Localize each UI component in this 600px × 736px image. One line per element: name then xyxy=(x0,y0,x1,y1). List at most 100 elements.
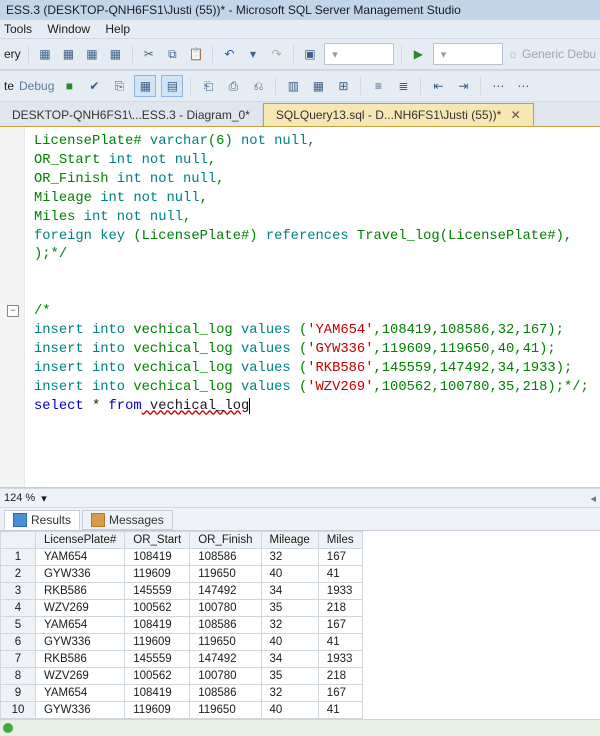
debug-label[interactable]: Debug xyxy=(19,79,54,93)
cell[interactable]: 147492 xyxy=(190,583,261,600)
table-row[interactable]: 1YAM65410841910858632167 xyxy=(1,549,363,566)
cell[interactable]: GYW336 xyxy=(36,702,125,719)
cell[interactable]: 100562 xyxy=(125,600,190,617)
cell[interactable]: 147492 xyxy=(190,651,261,668)
cell[interactable]: 40 xyxy=(261,566,318,583)
misc1-icon[interactable]: ⋯ xyxy=(488,76,508,96)
row-number[interactable]: 10 xyxy=(1,702,36,719)
undo-icon[interactable]: ↶ xyxy=(220,44,239,64)
row-number[interactable]: 6 xyxy=(1,634,36,651)
cell[interactable]: 100780 xyxy=(190,600,261,617)
tab-diagram[interactable]: DESKTOP-QNH6FS1\...ESS.3 - Diagram_0* xyxy=(0,104,263,126)
row-number[interactable]: 5 xyxy=(1,617,36,634)
row-number[interactable]: 8 xyxy=(1,668,36,685)
cell[interactable]: 108419 xyxy=(125,617,190,634)
text-results-icon[interactable]: ▤ xyxy=(161,75,183,97)
table-row[interactable]: 5YAM65410841910858632167 xyxy=(1,617,363,634)
tab-messages[interactable]: Messages xyxy=(82,510,173,530)
cell[interactable]: WZV269 xyxy=(36,668,125,685)
cell[interactable]: YAM654 xyxy=(36,617,125,634)
misc2-icon[interactable]: ⋯ xyxy=(513,76,533,96)
toolbar-dropdown-1[interactable]: ▾ xyxy=(324,43,394,65)
copy-icon[interactable]: ⧉ xyxy=(163,44,182,64)
column-header[interactable]: OR_Start xyxy=(125,532,190,549)
cell[interactable]: 41 xyxy=(318,566,362,583)
undo-dropdown-icon[interactable]: ▾ xyxy=(244,44,263,64)
optC-icon[interactable]: ⊞ xyxy=(333,76,353,96)
row-number[interactable]: 4 xyxy=(1,600,36,617)
menu-window[interactable]: Window xyxy=(47,22,90,36)
menu-help[interactable]: Help xyxy=(105,22,130,36)
tab-sqlquery[interactable]: SQLQuery13.sql - D...NH6FS1\Justi (55))*… xyxy=(263,103,534,126)
table-row[interactable]: 3RKB586145559147492341933 xyxy=(1,583,363,600)
cell[interactable]: 145559 xyxy=(125,583,190,600)
tab-results[interactable]: Results xyxy=(4,510,80,530)
optB-icon[interactable]: ▦ xyxy=(308,76,328,96)
results-grid[interactable]: LicensePlate#OR_StartOR_FinishMileageMil… xyxy=(0,531,600,719)
optA-icon[interactable]: ▥ xyxy=(283,76,303,96)
sql-icon[interactable]: ▦ xyxy=(36,44,55,64)
table-row[interactable]: 2GYW3361196091196504041 xyxy=(1,566,363,583)
generic-debug-button[interactable]: ☼ Generic Debu xyxy=(508,47,596,61)
cell[interactable]: 40 xyxy=(261,634,318,651)
outdent-icon[interactable]: ⇥ xyxy=(453,76,473,96)
cell[interactable]: 1933 xyxy=(318,583,362,600)
cell[interactable]: 34 xyxy=(261,651,318,668)
cell[interactable]: 32 xyxy=(261,617,318,634)
cell[interactable]: 119650 xyxy=(190,702,261,719)
close-tab-icon[interactable]: ✕ xyxy=(511,108,521,122)
row-number[interactable]: 1 xyxy=(1,549,36,566)
zoom-dropdown-icon[interactable]: ▾ xyxy=(41,492,47,505)
menu-tools[interactable]: Tools xyxy=(4,22,32,36)
cell[interactable]: 108419 xyxy=(125,549,190,566)
cell[interactable]: WZV269 xyxy=(36,600,125,617)
cell[interactable]: 100780 xyxy=(190,668,261,685)
cell[interactable]: 108419 xyxy=(125,685,190,702)
cell[interactable]: YAM654 xyxy=(36,685,125,702)
column-header[interactable]: LicensePlate# xyxy=(36,532,125,549)
cell[interactable]: 218 xyxy=(318,668,362,685)
column-header[interactable]: OR_Finish xyxy=(190,532,261,549)
table-row[interactable]: 7RKB586145559147492341933 xyxy=(1,651,363,668)
table-row[interactable]: 10GYW3361196091196504041 xyxy=(1,702,363,719)
row-number[interactable]: 3 xyxy=(1,583,36,600)
format2-icon[interactable]: ≣ xyxy=(393,76,413,96)
table-row[interactable]: 6GYW3361196091196504041 xyxy=(1,634,363,651)
format1-icon[interactable]: ≡ xyxy=(368,76,388,96)
toolbar-dropdown-2[interactable]: ▾ xyxy=(433,43,503,65)
cell[interactable]: 108586 xyxy=(190,549,261,566)
cell[interactable]: 119650 xyxy=(190,634,261,651)
launch-icon[interactable]: ▣ xyxy=(301,44,320,64)
cell[interactable]: 32 xyxy=(261,549,318,566)
cell[interactable]: RKB586 xyxy=(36,651,125,668)
cell[interactable]: 145559 xyxy=(125,651,190,668)
cell[interactable]: 32 xyxy=(261,685,318,702)
zoom-value[interactable]: 124 % xyxy=(4,492,35,504)
cell[interactable]: 119609 xyxy=(125,634,190,651)
play-icon[interactable]: ▶ xyxy=(409,44,428,64)
opt2-icon[interactable]: ⎙ xyxy=(223,76,243,96)
step-icon[interactable]: ⎘ xyxy=(109,76,129,96)
opt1-icon[interactable]: ⎗ xyxy=(198,76,218,96)
cell[interactable]: 35 xyxy=(261,668,318,685)
table-row[interactable]: 8WZV26910056210078035218 xyxy=(1,668,363,685)
grid-results-icon[interactable]: ▦ xyxy=(134,75,156,97)
cell[interactable]: 167 xyxy=(318,685,362,702)
opt3-icon[interactable]: ⎌ xyxy=(248,76,268,96)
cell[interactable]: 100562 xyxy=(125,668,190,685)
cell[interactable]: RKB586 xyxy=(36,583,125,600)
cell[interactable]: 167 xyxy=(318,549,362,566)
table-row[interactable]: 9YAM65410841910858632167 xyxy=(1,685,363,702)
table-row[interactable]: 4WZV26910056210078035218 xyxy=(1,600,363,617)
row-number[interactable]: 7 xyxy=(1,651,36,668)
check-icon[interactable]: ✔ xyxy=(84,76,104,96)
cut-icon[interactable]: ✂ xyxy=(140,44,159,64)
scroll-left-icon[interactable]: ◂ xyxy=(590,492,596,505)
continue-icon[interactable]: ■ xyxy=(59,76,79,96)
cell[interactable]: 41 xyxy=(318,702,362,719)
sql-icon-3[interactable]: ▦ xyxy=(83,44,102,64)
cell[interactable]: GYW336 xyxy=(36,634,125,651)
row-number[interactable]: 2 xyxy=(1,566,36,583)
cell[interactable]: 35 xyxy=(261,600,318,617)
sql-icon-2[interactable]: ▦ xyxy=(59,44,78,64)
